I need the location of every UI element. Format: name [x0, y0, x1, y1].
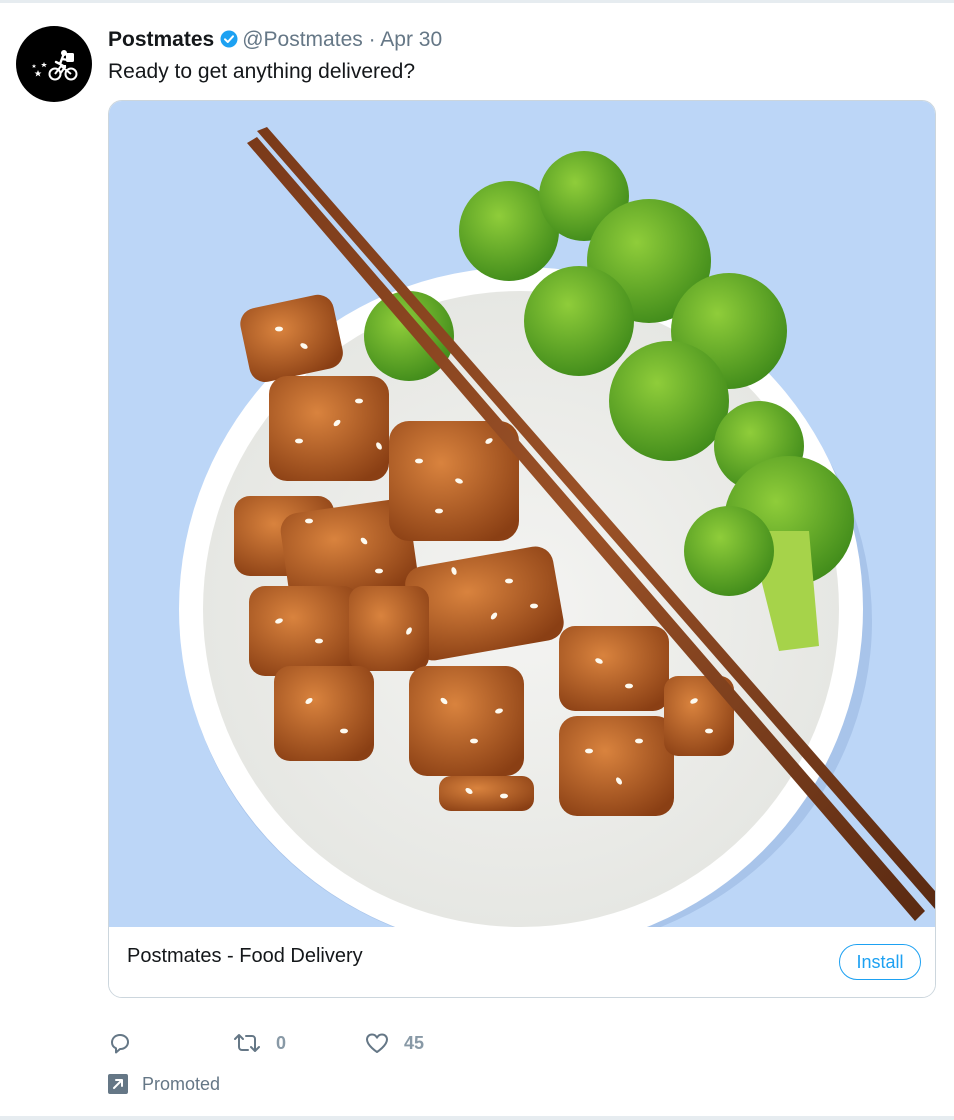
card-title: Postmates - Food Delivery [127, 945, 363, 967]
tweet-date[interactable]: Apr 30 [380, 28, 442, 51]
reply-icon [111, 1034, 129, 1054]
promoted-indicator[interactable]: Promoted [108, 1072, 220, 1096]
postmates-logo-icon [31, 50, 78, 81]
heart-icon [366, 1033, 388, 1053]
tweet-actions: 0 45 [108, 1028, 808, 1058]
card-image [109, 101, 935, 953]
reply-button[interactable] [108, 1028, 132, 1058]
food-bowl-image [179, 127, 935, 953]
retweet-count: 0 [276, 1032, 287, 1053]
like-button[interactable]: 45 [364, 1028, 424, 1058]
like-count: 45 [404, 1032, 425, 1053]
avatar[interactable] [16, 26, 92, 102]
install-button[interactable]: Install [839, 944, 921, 980]
top-divider [0, 0, 954, 3]
promoted-label: Promoted [142, 1073, 221, 1094]
verified-badge-icon [220, 30, 238, 54]
retweet-icon [234, 1034, 260, 1052]
app-card[interactable]: Postmates - Food Delivery Install [108, 100, 936, 998]
handle[interactable]: @Postmates [242, 28, 363, 51]
card-footer: Postmates - Food Delivery Install [109, 928, 935, 997]
tweet-header: Postmates @Postmates · Apr 30 [108, 28, 442, 54]
display-name[interactable]: Postmates [108, 28, 214, 51]
tweet-text: Ready to get anything delivered? [108, 60, 416, 83]
separator-dot: · [368, 28, 376, 51]
bottom-divider [0, 1116, 954, 1120]
retweet-button[interactable]: 0 [232, 1028, 286, 1058]
promoted-arrow-icon [108, 1074, 128, 1094]
